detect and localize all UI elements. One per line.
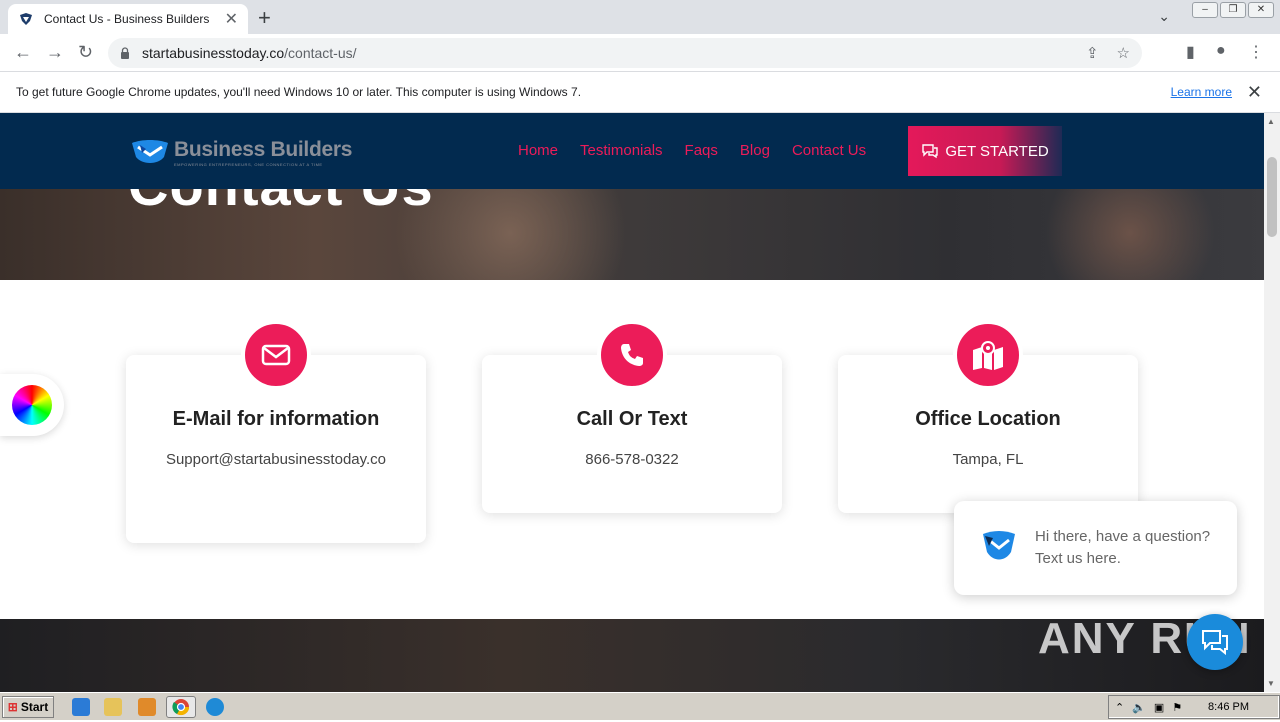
page-scrollbar[interactable]: ▲ ▼ [1264, 113, 1280, 692]
windows-logo-icon: ⊞ [7, 700, 18, 714]
forward-arrow-icon[interactable]: → [46, 42, 64, 63]
tray-expand-icon[interactable]: ⌃ [1115, 701, 1124, 714]
internet-explorer-icon[interactable] [72, 698, 90, 716]
learn-more-link[interactable]: Learn more [1171, 85, 1232, 99]
clock[interactable]: 8:46 PM [1208, 701, 1249, 713]
color-wheel-icon [12, 385, 52, 425]
window-controls: – ❐ ✕ [1192, 2, 1274, 18]
address-bar[interactable]: startabusinesstoday.co/contact-us/ ⇪ ☆ [108, 38, 1142, 68]
url-path: /contact-us/ [284, 45, 357, 61]
site-header: Business Builders EMPOWERING ENTREPRENEU… [0, 113, 1264, 189]
windows-taskbar: ⊞ Start ⌃ 🔈 ▣ ⚑ 8:46 PM [0, 692, 1280, 720]
phone-card: Call Or Text 866-578-0322 [482, 320, 782, 513]
chat-message: Hi there, have a question? Text us here. [1035, 528, 1211, 567]
side-panel-icon[interactable]: ▮ [1186, 42, 1195, 62]
site-logo[interactable]: Business Builders EMPOWERING ENTREPRENEU… [130, 135, 352, 169]
color-picker-widget[interactable] [0, 374, 64, 436]
lock-icon[interactable] [120, 47, 130, 59]
page-viewport: Contact Us Business Builders EMPOWERING … [0, 113, 1264, 692]
envelope-icon [241, 320, 311, 390]
location-card-title: Office Location [915, 408, 1061, 430]
start-label: Start [20, 700, 49, 714]
network-icon[interactable]: ▣ [1154, 701, 1164, 714]
chrome-taskbar-icon[interactable] [166, 696, 196, 718]
logo-name: Business Builders [174, 137, 353, 161]
tab-strip: Contact Us - Business Builders ✕ + ⌄ – ❐… [0, 0, 1280, 34]
browser-toolbar: ← → ↻ startabusinesstoday.co/contact-us/… [0, 34, 1280, 72]
minimize-icon[interactable]: – [1192, 2, 1218, 18]
chat-bubbles-icon [1202, 630, 1228, 656]
email-card-text[interactable]: Support@startabusinesstoday.co [126, 445, 426, 474]
infobar-close-icon[interactable]: ✕ [1247, 82, 1262, 103]
file-explorer-icon[interactable] [104, 698, 122, 716]
logo-tagline: EMPOWERING ENTREPRENEURS, ONE CONNECTION… [174, 161, 323, 167]
share-icon[interactable]: ⇪ [1086, 44, 1099, 62]
chat-icon [922, 144, 939, 159]
action-center-flag-icon[interactable]: ⚑ [1172, 701, 1182, 714]
profile-avatar-icon[interactable]: ● [1216, 42, 1226, 60]
email-card: E-Mail for information Support@startabus… [126, 320, 426, 543]
nav-faqs[interactable]: Faqs [685, 142, 718, 159]
get-started-button[interactable]: GET STARTED [908, 126, 1062, 176]
browser-tab[interactable]: Contact Us - Business Builders ✕ [8, 4, 248, 34]
url-text[interactable]: startabusinesstoday.co/contact-us/ [142, 45, 357, 61]
location-card-text: Tampa, FL [952, 451, 1024, 468]
close-window-icon[interactable]: ✕ [1248, 2, 1274, 18]
nav-home[interactable]: Home [518, 142, 558, 159]
reload-icon[interactable]: ↻ [78, 42, 93, 63]
nav-contact-us[interactable]: Contact Us [792, 142, 866, 159]
site-favicon-icon [20, 13, 32, 25]
map-pin-icon [953, 320, 1023, 390]
chat-avatar-logo-icon [983, 531, 1015, 560]
email-card-title: E-Mail for information [172, 408, 380, 430]
scroll-thumb[interactable] [1267, 157, 1277, 237]
phone-card-title: Call Or Text [576, 408, 688, 430]
nav-blog[interactable]: Blog [740, 142, 770, 159]
restore-icon[interactable]: ❐ [1220, 2, 1246, 18]
tab-close-icon[interactable]: ✕ [225, 9, 238, 29]
menu-kebab-icon[interactable]: ⋮ [1248, 42, 1264, 62]
chat-launcher-button[interactable] [1187, 614, 1243, 670]
start-button[interactable]: ⊞ Start [2, 696, 54, 718]
nav-testimonials[interactable]: Testimonials [580, 142, 663, 159]
chat-prompt-bubble[interactable]: Hi there, have a question? Text us here. [954, 501, 1237, 595]
infobar-message: To get future Google Chrome updates, you… [16, 85, 582, 99]
main-nav: Home Testimonials Faqs Blog Contact Us [518, 142, 866, 159]
bookmark-star-icon[interactable]: ☆ [1117, 44, 1130, 62]
scroll-down-icon[interactable]: ▼ [1267, 679, 1275, 688]
location-card: Office Location Tampa, FL [838, 320, 1138, 513]
phone-icon [597, 320, 667, 390]
edge-icon[interactable] [206, 698, 224, 716]
get-started-label: GET STARTED [945, 142, 1049, 160]
back-arrow-icon[interactable]: ← [14, 42, 32, 63]
phone-card-text[interactable]: 866-578-0322 [482, 445, 782, 474]
media-player-icon[interactable] [138, 698, 156, 716]
new-tab-icon[interactable]: + [258, 5, 271, 31]
scroll-up-icon[interactable]: ▲ [1267, 117, 1275, 126]
update-infobar: To get future Google Chrome updates, you… [0, 72, 1280, 113]
system-tray: ⌃ 🔈 ▣ ⚑ 8:46 PM [1108, 695, 1280, 719]
tab-title: Contact Us - Business Builders [44, 12, 210, 26]
volume-icon[interactable]: 🔈 [1132, 701, 1146, 714]
handshake-logo-icon [132, 140, 168, 163]
tab-search-chevron-down-icon[interactable]: ⌄ [1158, 8, 1170, 25]
url-domain: startabusinesstoday.co [142, 45, 285, 61]
